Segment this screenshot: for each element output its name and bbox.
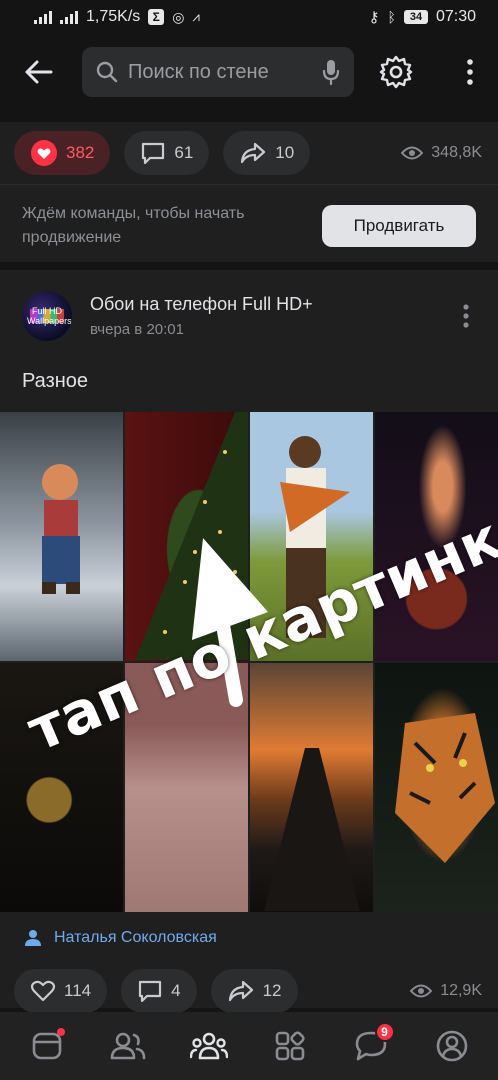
- comment-icon: [142, 142, 165, 165]
- tab-messages[interactable]: 9: [343, 1018, 399, 1074]
- friends-icon: [110, 1032, 145, 1060]
- road-figure: [264, 748, 360, 911]
- photo-chucky[interactable]: [0, 412, 123, 661]
- back-arrow-icon: [25, 60, 53, 84]
- shazam-icon: ◎: [172, 8, 185, 25]
- comment-icon: [139, 980, 162, 1003]
- tab-friends[interactable]: [100, 1018, 156, 1074]
- triangle-icon: ⩘: [192, 9, 200, 24]
- post-signer[interactable]: Наталья Соколовская: [0, 918, 498, 958]
- network-speed: 1,75K/s: [86, 8, 141, 25]
- share-count: 12: [262, 981, 282, 1000]
- promote-button[interactable]: Продвигать: [322, 204, 476, 247]
- share-button[interactable]: 12: [210, 969, 298, 1013]
- tree-figure: [135, 412, 248, 660]
- tab-news[interactable]: [19, 1018, 75, 1074]
- app-notification-icon: Σ: [148, 9, 165, 25]
- signal-icon: [34, 10, 52, 24]
- bottom-tab-bar: 9: [0, 1012, 498, 1080]
- share-button[interactable]: 10: [223, 131, 311, 175]
- post-time: вчера в 20:01: [90, 321, 184, 338]
- comment-button[interactable]: 61: [124, 131, 210, 175]
- promo-text: Ждём команды, чтобы начать продвижение: [22, 204, 245, 246]
- photo-bear-balalaika[interactable]: [250, 412, 373, 661]
- clock: 07:30: [435, 8, 476, 25]
- like-button[interactable]: 114: [14, 969, 108, 1013]
- back-button[interactable]: [14, 48, 62, 96]
- search-input[interactable]: Поиск по стене: [128, 61, 322, 84]
- post-text: Разное: [22, 369, 89, 392]
- share-count: 10: [275, 143, 295, 162]
- settings-button[interactable]: [374, 50, 418, 94]
- signer-name: Наталья Соколовская: [54, 929, 217, 946]
- heart-icon: [30, 980, 56, 1002]
- promo-block: Ждём команды, чтобы начать продвижение П…: [0, 184, 498, 266]
- like-count: 114: [64, 981, 92, 1000]
- views-count: 12,9K: [440, 982, 482, 999]
- photo-tiger[interactable]: [375, 663, 498, 912]
- mic-icon[interactable]: [322, 58, 340, 86]
- eye-icon: [401, 146, 424, 160]
- share-icon: [241, 142, 266, 164]
- heart-icon: [31, 140, 57, 166]
- tab-profile[interactable]: [424, 1018, 480, 1074]
- tab-services[interactable]: [262, 1018, 318, 1074]
- photo-christmas-tree[interactable]: [125, 412, 248, 661]
- signal-2-icon: [60, 10, 78, 24]
- key-icon: ⚷: [368, 9, 380, 26]
- comment-button[interactable]: 4: [121, 969, 197, 1013]
- news-dot: [56, 1028, 65, 1036]
- photo-galaxy[interactable]: [375, 412, 498, 661]
- communities-icon: [189, 1032, 228, 1060]
- status-bar: 1,75K/s Σ ◎ ⩘ ⚷ ᛒ 34 07:30: [0, 0, 498, 34]
- more-vertical-icon: [467, 59, 473, 85]
- views-count: 348,8K: [431, 144, 482, 161]
- like-button[interactable]: 382: [14, 131, 111, 175]
- photo-golden-apple[interactable]: [0, 663, 123, 912]
- bear-figure: [280, 436, 350, 638]
- previous-post-footer: 382 61 10 348,8K Ждём команды, чтобы нач…: [0, 122, 498, 262]
- search-icon: [96, 61, 118, 83]
- photo-roses[interactable]: [125, 663, 248, 912]
- comment-count: 61: [174, 143, 194, 162]
- search-field[interactable]: Поиск по стене: [82, 47, 354, 97]
- tab-communities[interactable]: [181, 1018, 237, 1074]
- doll-figure: [42, 464, 80, 594]
- top-bar: Поиск по стене: [0, 34, 498, 110]
- views-counter: 12,9K: [410, 982, 484, 1000]
- more-menu-button[interactable]: [456, 50, 484, 94]
- bluetooth-icon: ᛒ: [387, 9, 396, 25]
- messages-badge: 9: [374, 1022, 395, 1042]
- comment-count: 4: [171, 981, 181, 1000]
- services-icon: [275, 1031, 305, 1061]
- battery-icon: 34: [403, 10, 428, 24]
- gear-icon: [379, 55, 413, 89]
- user-icon: [25, 930, 41, 946]
- like-count: 382: [66, 143, 95, 162]
- more-vertical-icon: [463, 304, 469, 328]
- avatar-text: Full HD Wallpapers: [27, 306, 72, 326]
- photo-gallery: тап по картинке: [0, 412, 498, 912]
- avatar[interactable]: Full HD Wallpapers: [22, 291, 72, 341]
- eye-icon: [410, 984, 433, 998]
- tiger-figure: [395, 713, 495, 863]
- photo-road-sunset[interactable]: [250, 663, 373, 912]
- post-author[interactable]: Обои на телефон Full HD+: [90, 294, 313, 315]
- share-icon: [228, 980, 253, 1002]
- profile-icon: [436, 1030, 467, 1062]
- post: Full HD Wallpapers Обои на телефон Full …: [0, 270, 498, 1013]
- views-counter: 348,8K: [401, 144, 484, 162]
- post-menu-button[interactable]: [456, 301, 476, 331]
